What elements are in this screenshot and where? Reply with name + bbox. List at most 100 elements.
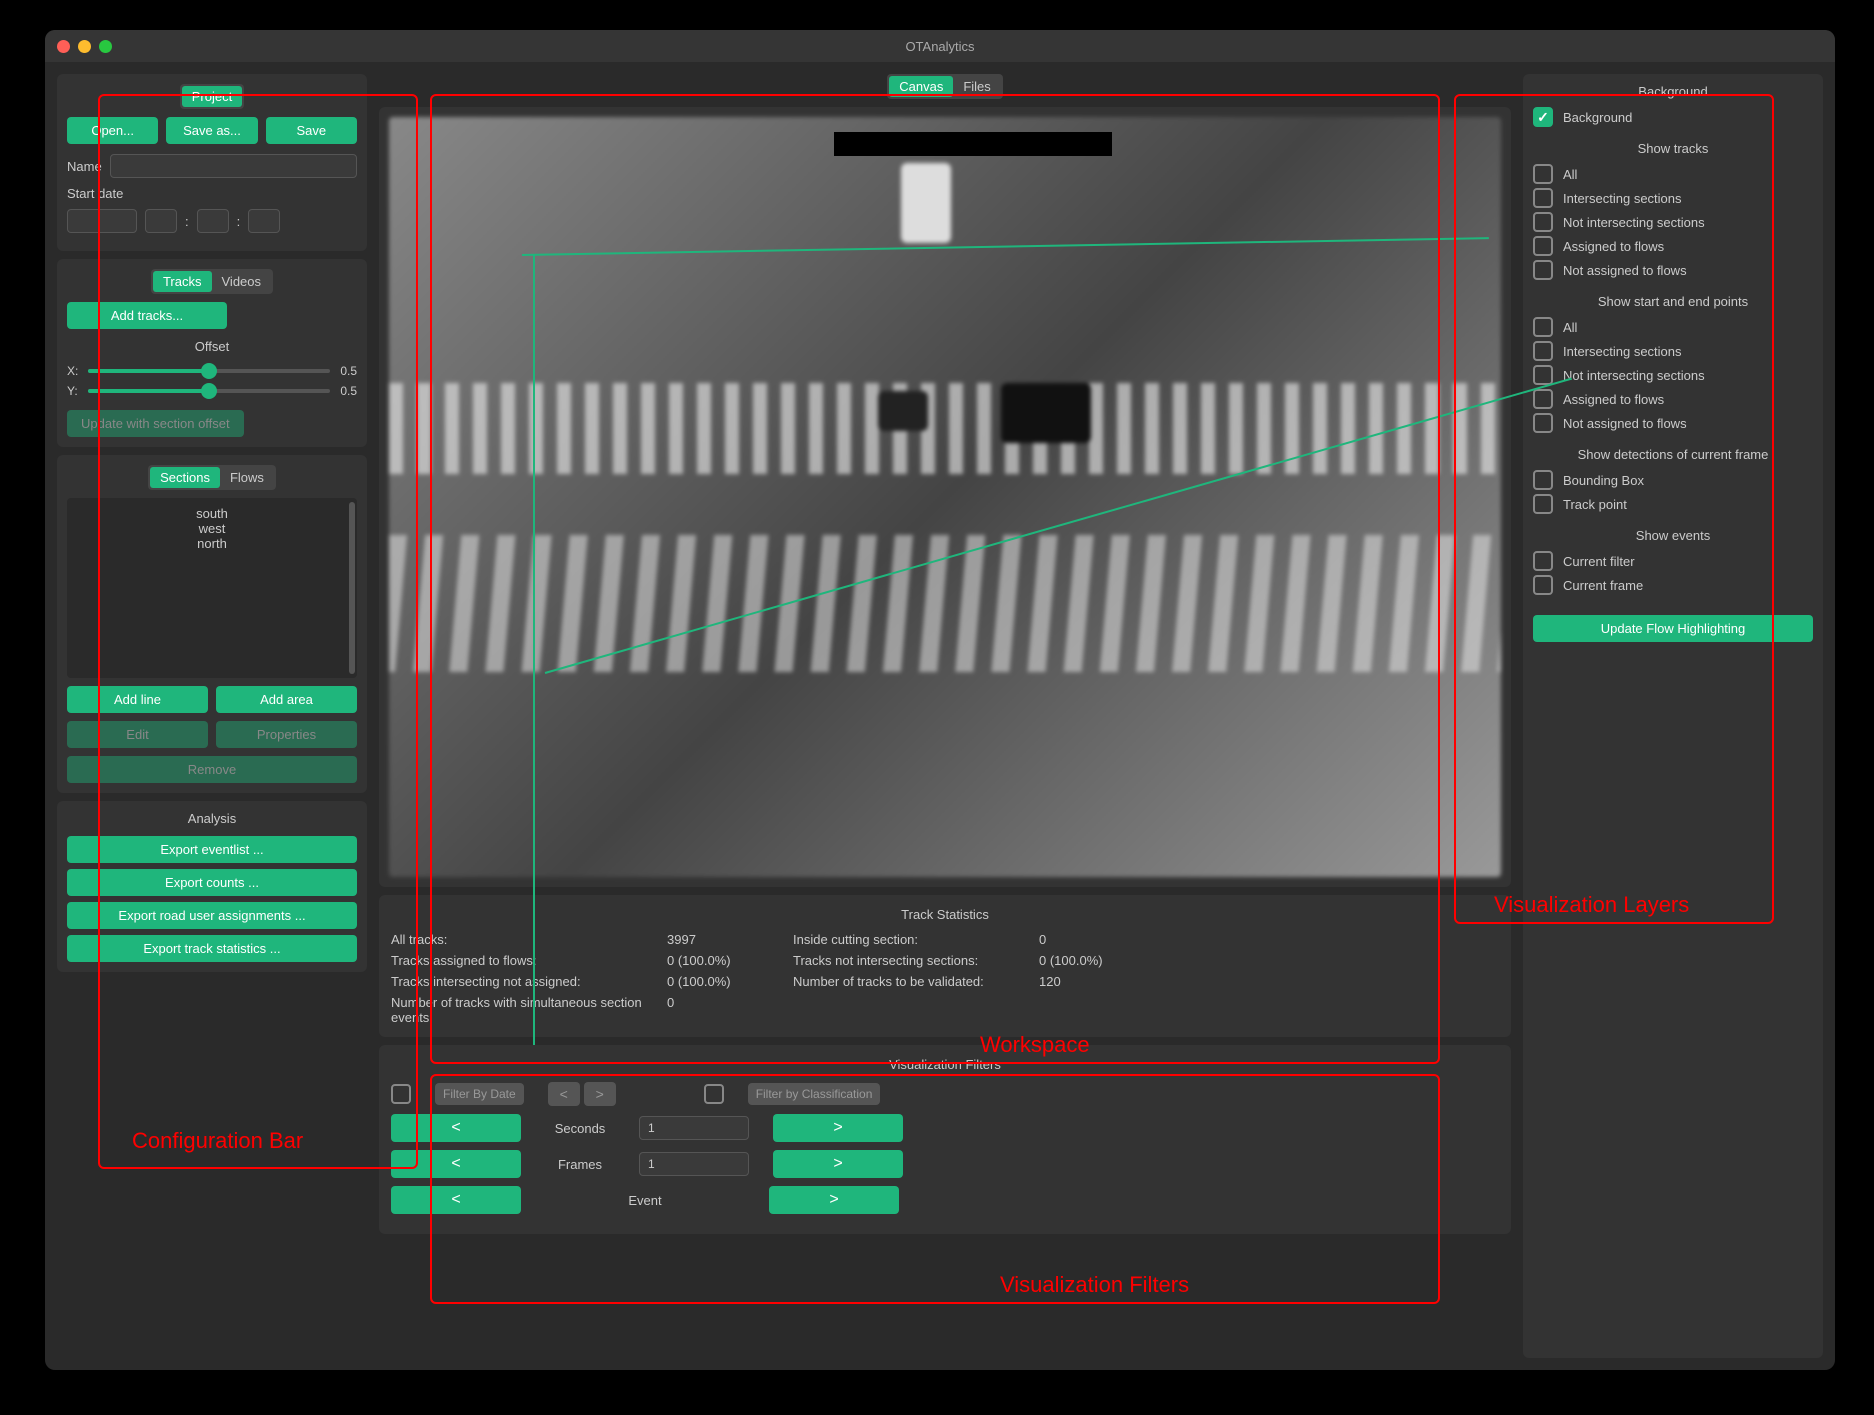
add-line-button[interactable]: Add line (67, 686, 208, 713)
annotation-config-bar: Configuration Bar (132, 1128, 303, 1154)
stat-value: 0 (1039, 932, 1149, 947)
offset-y-slider[interactable] (88, 389, 331, 393)
analysis-panel: Analysis Export eventlist ... Export cou… (57, 801, 367, 972)
tab-files[interactable]: Files (953, 76, 1000, 97)
vf-heading: Visualization Filters (391, 1057, 1499, 1072)
tracks-intersecting-checkbox[interactable] (1533, 188, 1553, 208)
event-next-button[interactable]: > (769, 1186, 899, 1214)
tab-flows[interactable]: Flows (220, 467, 274, 488)
start-date-label: Start date (67, 186, 357, 201)
stat-label: Tracks intersecting not assigned: (391, 974, 651, 989)
start-hour-input[interactable] (145, 209, 177, 233)
sections-listbox[interactable]: south west north (67, 498, 357, 678)
stats-heading: Track Statistics (391, 907, 1499, 922)
canvas-image[interactable] (389, 117, 1501, 877)
tracks-not-intersecting-checkbox[interactable] (1533, 212, 1553, 232)
bbox-checkbox[interactable] (1533, 470, 1553, 490)
start-date-input[interactable] (67, 209, 137, 233)
tab-project[interactable]: Project (182, 86, 242, 107)
endpoints-assigned-checkbox[interactable] (1533, 389, 1553, 409)
start-min-input[interactable] (197, 209, 229, 233)
app-window: OTAnalytics Project Open... Save as... S… (45, 30, 1835, 1370)
seconds-input[interactable] (639, 1116, 749, 1140)
events-heading: Show events (1533, 528, 1813, 543)
tracks-all-checkbox[interactable] (1533, 164, 1553, 184)
minimize-icon[interactable] (78, 40, 91, 53)
remove-button[interactable]: Remove (67, 756, 357, 783)
offset-heading: Offset (67, 339, 357, 354)
detections-heading: Show detections of current frame (1533, 447, 1813, 462)
endpoints-intersecting-checkbox[interactable] (1533, 341, 1553, 361)
open-button[interactable]: Open... (67, 117, 158, 144)
trackpoint-checkbox[interactable] (1533, 494, 1553, 514)
background-checkbox[interactable] (1533, 107, 1553, 127)
export-counts-button[interactable]: Export counts ... (67, 869, 357, 896)
titlebar: OTAnalytics (45, 30, 1835, 62)
list-item[interactable]: north (75, 536, 349, 551)
stat-value: 0 (667, 995, 777, 1025)
filter-by-date-button[interactable]: Filter By Date (435, 1083, 524, 1105)
annotation-viz-filters: Visualization Filters (1000, 1272, 1189, 1298)
save-as-button[interactable]: Save as... (166, 117, 257, 144)
seconds-prev-button[interactable]: < (391, 1114, 521, 1142)
stat-value: 0 (100.0%) (667, 974, 777, 989)
stat-label: All tracks: (391, 932, 651, 947)
seconds-next-button[interactable]: > (773, 1114, 903, 1142)
update-flow-button[interactable]: Update Flow Highlighting (1533, 615, 1813, 642)
visualization-filters-panel: Visualization Filters Filter By Date < >… (379, 1045, 1511, 1234)
date-prev-button[interactable]: < (548, 1082, 580, 1106)
offset-y-label: Y: (67, 384, 78, 398)
close-icon[interactable] (57, 40, 70, 53)
endpoints-all-checkbox[interactable] (1533, 317, 1553, 337)
export-track-stats-button[interactable]: Export track statistics ... (67, 935, 357, 962)
tracks-not-assigned-checkbox[interactable] (1533, 260, 1553, 280)
start-end-heading: Show start and end points (1533, 294, 1813, 309)
properties-button[interactable]: Properties (216, 721, 357, 748)
offset-y-value: 0.5 (340, 384, 357, 398)
tracks-assigned-checkbox[interactable] (1533, 236, 1553, 256)
layers-panel: Background Background Show tracks All In… (1523, 74, 1823, 1358)
endpoints-not-assigned-checkbox[interactable] (1533, 413, 1553, 433)
frames-prev-button[interactable]: < (391, 1150, 521, 1178)
add-area-button[interactable]: Add area (216, 686, 357, 713)
annotation-viz-layers: Visualization Layers (1494, 892, 1689, 918)
export-eventlist-button[interactable]: Export eventlist ... (67, 836, 357, 863)
offset-x-slider[interactable] (88, 369, 330, 373)
project-panel: Project Open... Save as... Save Name Sta… (57, 74, 367, 251)
filter-by-class-checkbox[interactable] (704, 1084, 724, 1104)
canvas-panel (379, 107, 1511, 887)
track-statistics-panel: Track Statistics All tracks: 3997 Inside… (379, 895, 1511, 1037)
name-input[interactable] (110, 154, 357, 178)
tab-videos[interactable]: Videos (212, 271, 272, 292)
edit-button[interactable]: Edit (67, 721, 208, 748)
frames-label: Frames (545, 1157, 615, 1172)
update-offset-button[interactable]: Update with section offset (67, 410, 244, 437)
filter-by-class-button[interactable]: Filter by Classification (748, 1083, 881, 1105)
date-next-button[interactable]: > (584, 1082, 616, 1106)
tab-tracks[interactable]: Tracks (153, 271, 212, 292)
start-sec-input[interactable] (248, 209, 280, 233)
frames-input[interactable] (639, 1152, 749, 1176)
window-title: OTAnalytics (905, 39, 974, 54)
background-heading: Background (1533, 84, 1813, 99)
endpoints-not-intersecting-checkbox[interactable] (1533, 365, 1553, 385)
frames-next-button[interactable]: > (773, 1150, 903, 1178)
current-frame-checkbox[interactable] (1533, 575, 1553, 595)
save-button[interactable]: Save (266, 117, 357, 144)
list-item[interactable]: south (75, 506, 349, 521)
tab-canvas[interactable]: Canvas (889, 76, 953, 97)
stat-label: Number of tracks to be validated: (793, 974, 1023, 989)
stat-label: Tracks not intersecting sections: (793, 953, 1023, 968)
event-prev-button[interactable]: < (391, 1186, 521, 1214)
current-filter-checkbox[interactable] (1533, 551, 1553, 571)
stat-label: Number of tracks with simultaneous secti… (391, 995, 651, 1025)
add-tracks-button[interactable]: Add tracks... (67, 302, 227, 329)
list-item[interactable]: west (75, 521, 349, 536)
stat-value: 3997 (667, 932, 777, 947)
filter-by-date-checkbox[interactable] (391, 1084, 411, 1104)
analysis-heading: Analysis (67, 811, 357, 826)
maximize-icon[interactable] (99, 40, 112, 53)
tracks-panel: Tracks Videos Add tracks... Offset X: 0.… (57, 259, 367, 447)
tab-sections[interactable]: Sections (150, 467, 220, 488)
export-road-user-button[interactable]: Export road user assignments ... (67, 902, 357, 929)
